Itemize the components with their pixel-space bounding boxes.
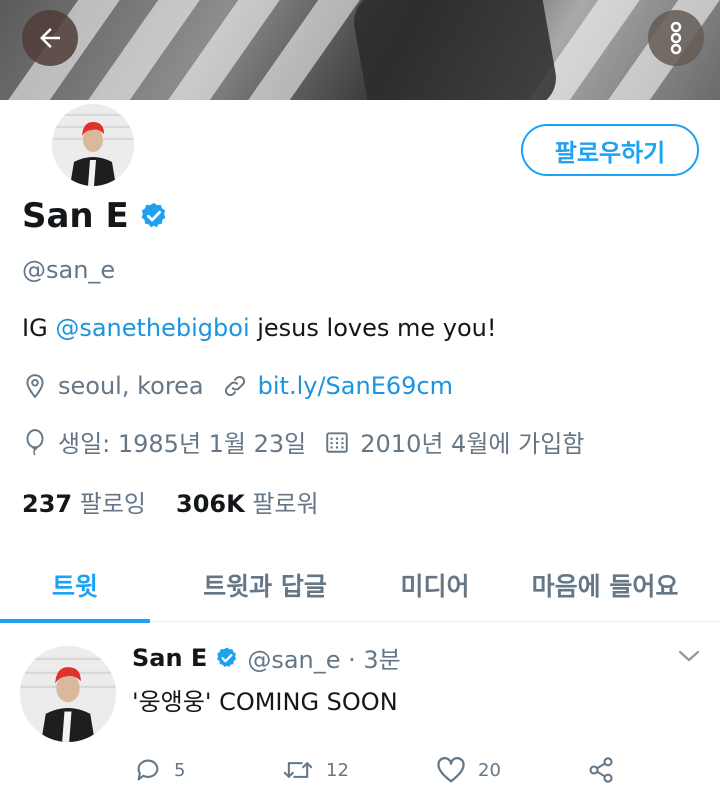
- bio-mention-link[interactable]: @sanethebigboi: [55, 314, 249, 342]
- profile-banner: [0, 0, 720, 100]
- profile-handle: @san_e: [22, 256, 116, 284]
- retweet-button[interactable]: 12: [282, 756, 349, 784]
- website-link[interactable]: bit.ly/SanE69cm: [258, 372, 453, 400]
- calendar-icon: [326, 431, 348, 453]
- following-count[interactable]: 237 팔로잉: [22, 484, 146, 519]
- tab-tweets[interactable]: 트윗: [0, 548, 150, 623]
- reply-count: 5: [174, 759, 186, 781]
- more-options-button[interactable]: [648, 10, 704, 66]
- like-count: 20: [478, 759, 501, 781]
- profile-tabs: 트윗 트윗과 답글 미디어 마음에 들어요: [0, 548, 720, 623]
- profile-display-name: San E: [22, 196, 169, 236]
- location-pin-icon: [26, 374, 44, 399]
- like-button[interactable]: 20: [436, 756, 501, 784]
- heart-icon: [437, 757, 465, 783]
- reply-icon: [137, 759, 159, 781]
- follow-counts: 237 팔로잉 306K 팔로워: [22, 484, 319, 519]
- tweet-author-name[interactable]: San E: [132, 644, 207, 672]
- birthday-text: 생일: 1985년 1월 23일: [58, 430, 307, 458]
- tweet-header: San E @san_e · 3분: [132, 640, 401, 675]
- followers-count[interactable]: 306K 팔로워: [176, 484, 319, 519]
- birthday: 생일: 1985년 1월 23일: [22, 424, 306, 459]
- profile-bio: IG @sanethebigboi jesus loves me you!: [22, 314, 496, 342]
- back-button[interactable]: [22, 10, 78, 66]
- profile-avatar[interactable]: [48, 100, 138, 190]
- balloon-icon: [26, 428, 44, 455]
- joined-text: 2010년 4월에 가입함: [360, 430, 585, 458]
- avatar-photo: [52, 104, 134, 186]
- link-icon: [224, 375, 245, 397]
- location-text: seoul, korea: [58, 372, 204, 400]
- tweet-avatar[interactable]: [20, 646, 116, 742]
- back-arrow-icon: [40, 28, 60, 48]
- tab-tweets-and-replies[interactable]: 트윗과 답글: [150, 548, 380, 622]
- following-label: 팔로잉: [79, 490, 146, 518]
- joined-date: 2010년 4월에 가입함: [324, 424, 584, 459]
- profile-meta-row-2: 생일: 1985년 1월 23일 2010년 4월에 가입함: [22, 424, 602, 459]
- verified-badge-icon: [141, 202, 166, 228]
- retweet-count: 12: [326, 759, 349, 781]
- chevron-down-icon: [678, 650, 700, 662]
- following-number: 237: [22, 490, 73, 518]
- website[interactable]: bit.ly/SanE69cm: [222, 372, 453, 400]
- bio-prefix: IG: [22, 314, 56, 342]
- tweet-text: '웅앵웅' COMING SOON: [132, 688, 398, 716]
- more-vertical-icon: [670, 21, 682, 55]
- profile-meta-row-1: seoul, korea bit.ly/SanE69cm: [22, 372, 471, 400]
- followers-label: 팔로워: [252, 490, 319, 518]
- share-button[interactable]: [586, 756, 616, 784]
- tweet-actions: 5 12 20: [132, 756, 632, 796]
- verified-badge-icon: [217, 647, 237, 667]
- reply-button[interactable]: 5: [134, 756, 185, 784]
- avatar-photo: [20, 646, 116, 742]
- followers-number: 306K: [176, 490, 245, 518]
- tab-media[interactable]: 미디어: [380, 548, 490, 622]
- tweet-handle-time: @san_e · 3분: [247, 646, 401, 674]
- tweet-menu-button[interactable]: [678, 648, 700, 667]
- tab-likes[interactable]: 마음에 들어요: [490, 548, 720, 622]
- location: seoul, korea: [22, 372, 204, 400]
- display-name-text: San E: [22, 196, 129, 236]
- follow-button[interactable]: 팔로우하기: [521, 124, 699, 176]
- bio-suffix: jesus loves me you!: [249, 314, 497, 342]
- retweet-icon: [283, 761, 313, 779]
- share-icon: [589, 757, 613, 783]
